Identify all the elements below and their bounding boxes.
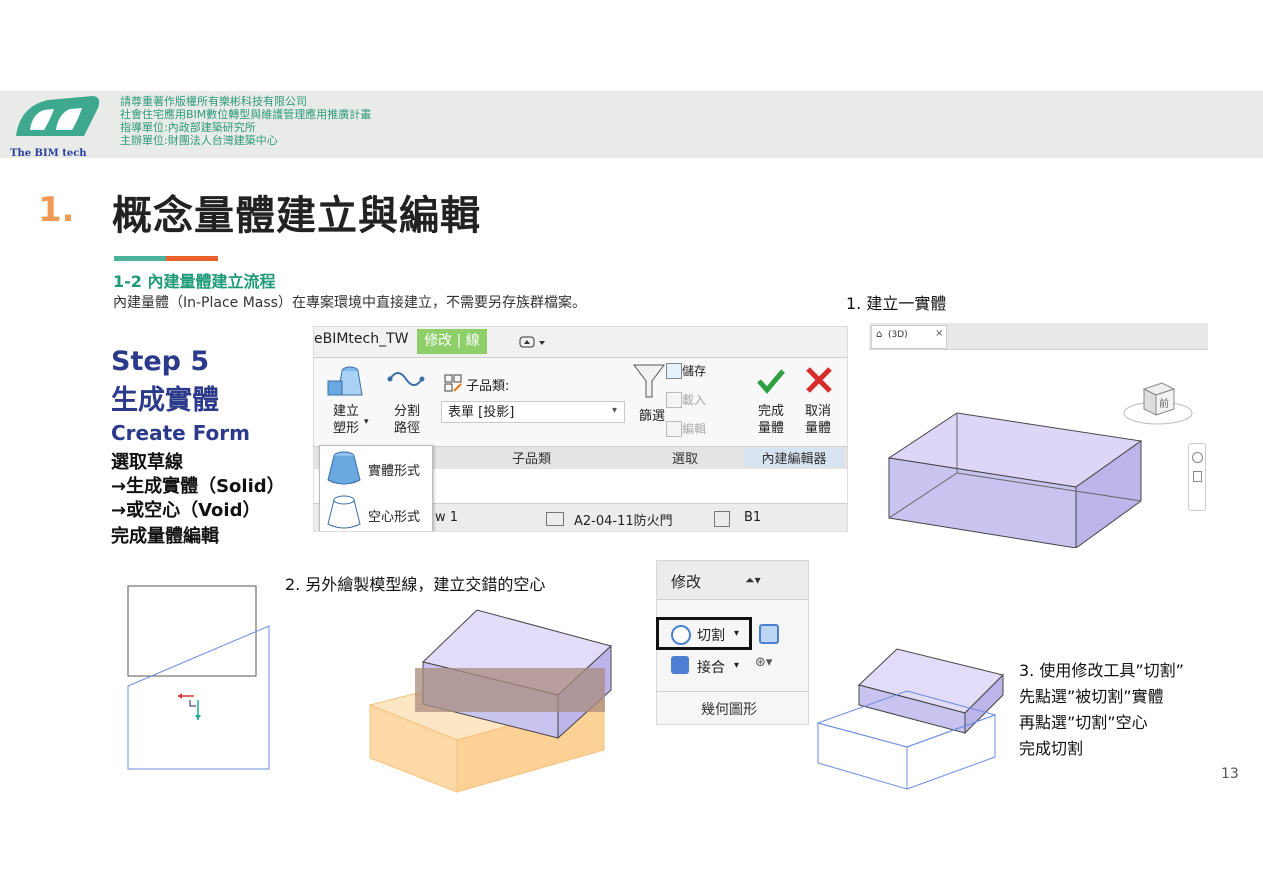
credit-organizer: 主辦單位:財團法人台灣建築中心 [120, 134, 278, 147]
bim-tech-logo [16, 96, 100, 136]
step-line-finish: 完成量體編輯 [111, 526, 219, 547]
finish-check-icon[interactable] [756, 367, 786, 395]
split-path-button[interactable]: 分割 路徑 [390, 403, 424, 437]
cut-result-3d [816, 648, 1004, 790]
view-3d-panel: ⌂ (3D) × 前 [869, 323, 1208, 548]
ribbon-toggle-icon-2[interactable]: ⏶▾ [745, 573, 761, 588]
steering-wheel-icon[interactable] [1192, 452, 1203, 463]
load-selection-button[interactable]: 載入 [682, 391, 706, 408]
step-subtitle-en: Create Form [111, 421, 250, 445]
caption-step3-line4: 完成切割 [1019, 739, 1084, 758]
level-icon [714, 511, 730, 527]
subcategory-label: 子品類: [466, 379, 510, 394]
group-label-subcategory: 子品類 [512, 452, 552, 467]
view-3d-tab-label: (3D) [888, 330, 908, 340]
title-number: 1. [38, 190, 75, 230]
home-icon[interactable]: ⌂ [876, 329, 882, 340]
load-selection-icon[interactable] [666, 392, 682, 408]
view-cube-icon[interactable] [1122, 379, 1194, 429]
sheet-icon [546, 512, 564, 526]
step-number: Step 5 [111, 346, 210, 377]
cancel-mass-button[interactable]: 取消 量體 [803, 403, 833, 437]
wall-join-icon[interactable] [759, 624, 779, 644]
zoom-icon[interactable] [1193, 471, 1202, 482]
ribbon-toggle-icon[interactable] [519, 334, 549, 348]
solid-void-intersection [368, 609, 613, 793]
create-form-button[interactable]: 建立 塑形 [326, 403, 366, 437]
subcategory-select[interactable]: 表單 [投影] [441, 401, 625, 423]
model-line-sketch [127, 585, 270, 770]
ribbon-tab-modify-line[interactable]: 修改 | 線 [417, 329, 487, 354]
edit-selection-button[interactable]: 編輯 [682, 420, 706, 437]
solid-form-icon[interactable] [324, 448, 364, 488]
edit-selection-icon[interactable] [666, 421, 682, 437]
credit-project: 社會住宅應用BIM數位轉型與維護管理應用推廣計畫 [120, 108, 372, 121]
caption-step3-line2: 先點選”被切割”實體 [1019, 687, 1164, 706]
split-face-icon[interactable]: ⊛▾ [755, 655, 772, 670]
title-accent-teal [114, 256, 166, 261]
save-selection-button[interactable]: 儲存 [682, 362, 706, 379]
caption-step2: 2. 另外繪製模型線，建立交錯的空心 [285, 575, 546, 594]
subcategory-icon [444, 374, 462, 392]
revit-ribbon-screenshot: eBIMtech_TW 修改 | 線 建立 塑形 ▾ 分割 路徑 子品類: 表單… [313, 326, 848, 532]
split-path-icon[interactable] [386, 365, 426, 391]
save-selection-icon[interactable] [666, 363, 682, 379]
credit-advisor: 指導單位:內政部建築研究所 [120, 121, 256, 134]
cut-highlight-box [656, 617, 752, 650]
status-view-name: w 1 [435, 510, 459, 525]
create-form-icon[interactable] [324, 363, 368, 401]
step-line-solid: →生成實體（Solid） [111, 476, 285, 497]
navigation-bar[interactable] [1188, 443, 1206, 511]
caption-step1: 1. 建立一實體 [846, 294, 947, 313]
void-form-menu-item[interactable]: 空心形式 [368, 506, 420, 525]
modify-tab[interactable]: 修改 [671, 571, 701, 592]
section-title: 1-2 內建量體建立流程 [113, 272, 276, 291]
view-cube-face-label: 前 [1159, 399, 1169, 410]
step-line-select: 選取草線 [111, 452, 183, 473]
section-description: 內建量體（In-Place Mass）在專案環境中直接建立，不需要另存族群檔案。 [113, 295, 586, 311]
subcategory-chevron-down-icon[interactable]: ▾ [612, 405, 617, 416]
join-chevron-down-icon[interactable]: ▾ [734, 660, 739, 671]
cancel-x-icon[interactable] [804, 365, 834, 395]
group-label-select: 選取 [672, 452, 699, 467]
ribbon-tab-team[interactable]: eBIMtech_TW [314, 331, 409, 347]
solid-form-menu-item[interactable]: 實體形式 [368, 460, 420, 479]
credit-copyright: 請尊重著作版權所有樂彬科技有限公司 [120, 95, 307, 108]
close-icon[interactable]: × [935, 328, 943, 339]
page-title: 概念量體建立與編輯 [112, 193, 481, 239]
join-button[interactable]: 接合 [697, 657, 725, 677]
logo-text: The BIM tech [10, 148, 87, 159]
geometry-group-label: 幾何圖形 [701, 702, 757, 718]
step-line-void: →或空心（Void） [111, 500, 261, 521]
void-form-icon[interactable] [324, 492, 364, 532]
filter-icon[interactable] [632, 361, 666, 401]
filter-button[interactable]: 篩選 [639, 405, 665, 424]
page-number: 13 [1221, 766, 1239, 782]
create-form-dropdown-icon[interactable]: ▾ [364, 417, 369, 427]
status-sheet-name: A2-04-11防火門 [574, 514, 673, 529]
finish-mass-button[interactable]: 完成 量體 [756, 403, 786, 437]
title-accent-orange [166, 256, 218, 261]
panel-divider [657, 691, 808, 692]
caption-step3-line1: 3. 使用修改工具”切割” [1019, 661, 1184, 680]
status-level-name: B1 [744, 510, 762, 525]
join-icon[interactable] [671, 656, 689, 674]
create-form-dropdown-menu: 實體形式 空心形式 [319, 445, 433, 532]
step-title: 生成實體 [111, 385, 219, 416]
caption-step3-line3: 再點選”切割”空心 [1019, 713, 1148, 732]
group-label-inplace-editor: 內建編輯器 [744, 448, 844, 467]
